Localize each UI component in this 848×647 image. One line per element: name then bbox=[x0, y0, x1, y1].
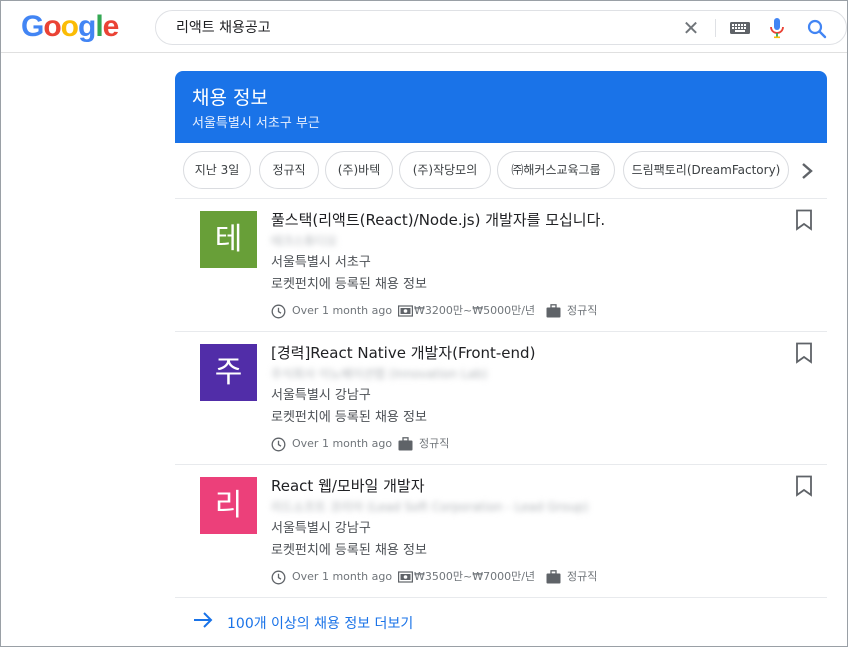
job-title[interactable]: 풀스택(리액트(React)/Node.js) 개발자를 모십니다. bbox=[271, 209, 605, 230]
search-divider bbox=[715, 19, 716, 37]
chip-filter[interactable]: (주)바텍 bbox=[325, 151, 393, 189]
search-box[interactable]: ✕ bbox=[155, 10, 847, 45]
employment-type: 정규직 bbox=[567, 570, 598, 583]
bookmark-icon[interactable] bbox=[795, 209, 813, 231]
search-icon[interactable] bbox=[806, 18, 828, 40]
briefcase-icon bbox=[398, 437, 413, 451]
logo-letter: o bbox=[43, 10, 61, 43]
briefcase-icon bbox=[546, 570, 561, 584]
company-avatar: 주 bbox=[200, 344, 257, 401]
chip-filter[interactable]: 드림팩토리(DreamFactory) bbox=[623, 151, 789, 189]
company-avatar: 리 bbox=[200, 477, 257, 534]
logo-letter: l bbox=[95, 10, 103, 43]
filter-chips: 지난 3일 정규직 (주)바텍 (주)작당모의 ㈜해커스교육그룹 드림팩토리(D… bbox=[175, 151, 827, 191]
company-avatar: 테 bbox=[200, 211, 257, 268]
salary: ₩3500만~₩7000만/년 bbox=[414, 570, 536, 583]
close-icon[interactable]: ✕ bbox=[680, 17, 702, 39]
job-location: 서울특별시 강남구 bbox=[271, 388, 371, 403]
posted-time: Over 1 month ago bbox=[292, 570, 393, 583]
salary: ₩3200만~₩5000만/년 bbox=[414, 304, 536, 317]
job-listing[interactable]: 주 [경력]React Native 개발자(Front-end) 주식회사 이… bbox=[175, 332, 827, 464]
search-input[interactable] bbox=[176, 19, 656, 35]
job-source: 로켓펀치에 등록된 채용 정보 bbox=[271, 543, 427, 558]
logo-letter: e bbox=[102, 10, 120, 43]
briefcase-icon bbox=[546, 304, 561, 318]
money-icon bbox=[398, 305, 413, 317]
chip-filter[interactable]: ㈜해커스교육그룹 bbox=[497, 151, 615, 189]
job-title[interactable]: React 웹/모바일 개발자 bbox=[271, 475, 425, 496]
bookmark-icon[interactable] bbox=[795, 475, 813, 497]
more-jobs-link[interactable]: 100개 이상의 채용 정보 더보기 bbox=[175, 606, 827, 636]
bookmark-icon[interactable] bbox=[795, 342, 813, 364]
company-name: 테크스튜디오 bbox=[271, 234, 338, 248]
keyboard-icon[interactable] bbox=[730, 22, 750, 34]
jobs-card: 채용 정보 서울특별시 서초구 부근 지난 3일 정규직 (주)바텍 (주)작당… bbox=[175, 71, 827, 641]
top-header: Google ✕ bbox=[1, 1, 847, 53]
posted-time: Over 1 month ago bbox=[292, 437, 393, 450]
employment-type: 정규직 bbox=[567, 304, 598, 317]
banner-title: 채용 정보 bbox=[192, 87, 268, 109]
job-location: 서울특별시 서초구 bbox=[271, 255, 371, 270]
chip-filter[interactable]: 지난 3일 bbox=[183, 151, 251, 189]
job-location: 서울특별시 강남구 bbox=[271, 521, 371, 536]
money-icon bbox=[398, 571, 413, 583]
clock-icon bbox=[271, 570, 286, 585]
chip-scroll-next[interactable] bbox=[791, 151, 827, 191]
employment-type: 정규직 bbox=[419, 437, 450, 450]
clock-icon bbox=[271, 304, 286, 319]
logo-letter: G bbox=[21, 10, 44, 43]
clock-icon bbox=[271, 437, 286, 452]
job-source: 로켓펀치에 등록된 채용 정보 bbox=[271, 277, 427, 292]
logo-letter: g bbox=[78, 10, 96, 43]
company-name: 주식회사 이노베이션랩 (Innovation Lab) bbox=[271, 367, 488, 381]
logo-letter: o bbox=[60, 10, 79, 43]
chip-filter[interactable]: 정규직 bbox=[259, 151, 319, 189]
chevron-right-icon bbox=[802, 163, 813, 179]
jobs-banner[interactable]: 채용 정보 서울특별시 서초구 부근 bbox=[175, 71, 827, 143]
job-source: 로켓펀치에 등록된 채용 정보 bbox=[271, 410, 427, 425]
more-jobs-label[interactable]: 100개 이상의 채용 정보 더보기 bbox=[227, 613, 413, 633]
chip-filter[interactable]: (주)작당모의 bbox=[399, 151, 491, 189]
arrow-right-icon bbox=[194, 612, 213, 628]
job-title[interactable]: [경력]React Native 개발자(Front-end) bbox=[271, 342, 535, 363]
banner-subtitle: 서울특별시 서초구 부근 bbox=[192, 116, 320, 131]
company-name: 리드소프트 코리아 (Lead Soft Corporation - Lead … bbox=[271, 500, 589, 514]
posted-time: Over 1 month ago bbox=[292, 304, 393, 317]
divider bbox=[175, 597, 827, 598]
mic-icon[interactable] bbox=[768, 17, 786, 39]
job-listing[interactable]: 리 React 웹/모바일 개발자 리드소프트 코리아 (Lead Soft C… bbox=[175, 465, 827, 597]
google-logo[interactable]: Google bbox=[21, 10, 120, 44]
job-listing[interactable]: 테 풀스택(리액트(React)/Node.js) 개발자를 모십니다. 테크스… bbox=[175, 199, 827, 331]
